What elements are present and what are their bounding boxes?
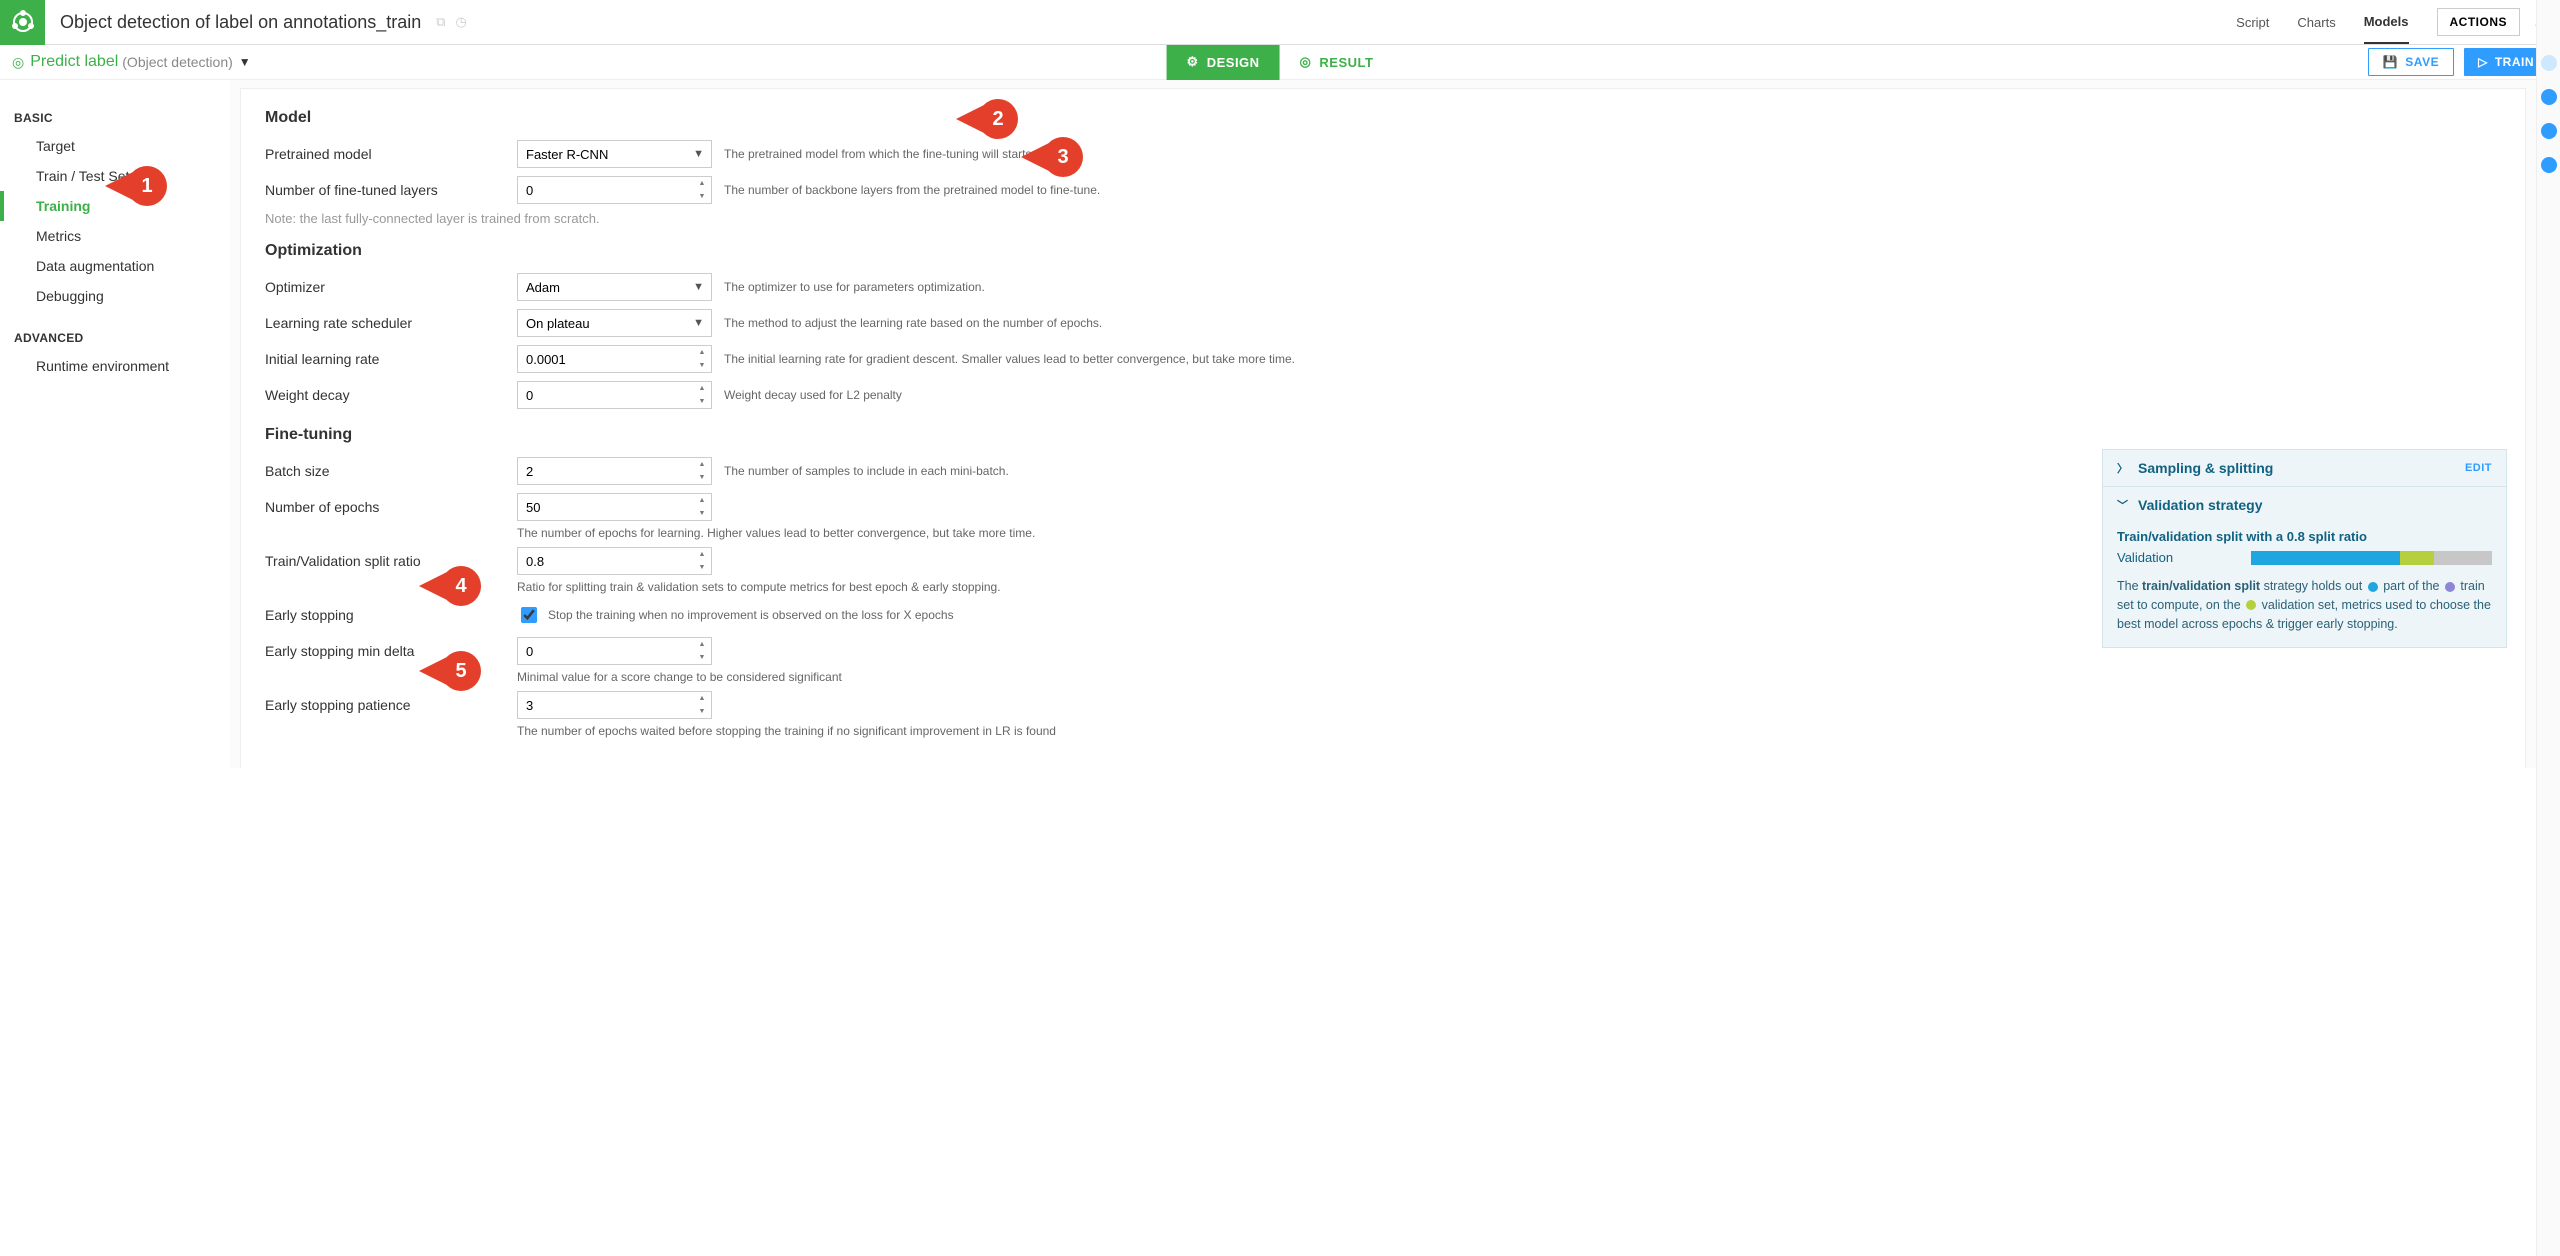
ep-label: Number of epochs <box>265 499 505 515</box>
card-split-bar <box>2251 551 2492 565</box>
sidebar-item-data-aug[interactable]: Data augmentation <box>0 251 230 281</box>
sched-label: Learning rate scheduler <box>265 315 505 331</box>
section-model: Model <box>265 109 2501 127</box>
train-button-label: TRAIN <box>2495 55 2534 69</box>
result-icon: ◎ <box>1300 54 1312 70</box>
pretrained-help: The pretrained model from which the fine… <box>724 147 2501 161</box>
dot-train-icon <box>2368 582 2378 592</box>
sidebar-item-runtime[interactable]: Runtime environment <box>0 351 230 381</box>
bs-label: Batch size <box>265 463 505 479</box>
app-logo[interactable] <box>0 0 45 45</box>
card-edit-link[interactable]: EDIT <box>2465 462 2492 474</box>
section-optimization: Optimization <box>265 242 2501 260</box>
copy-icon[interactable]: ⧉ <box>436 14 445 30</box>
es-min-help: Minimal value for a score change to be c… <box>517 670 2501 684</box>
es-checkbox[interactable] <box>521 607 537 623</box>
section-finetuning: Fine-tuning <box>265 426 2501 444</box>
chevron-down-icon: ﹀ <box>2117 497 2128 513</box>
right-rail <box>2536 0 2560 1256</box>
tab-design-label: DESIGN <box>1207 55 1260 70</box>
sidebar-item-target[interactable]: Target <box>0 131 230 161</box>
tab-result-label: RESULT <box>1319 55 1373 70</box>
tab-script[interactable]: Script <box>2236 0 2269 44</box>
play-icon: ▷ <box>2478 55 2488 69</box>
tab-models[interactable]: Models <box>2364 0 2409 44</box>
es-check-label: Stop the training when no improvement is… <box>548 608 954 622</box>
sched-select[interactable]: On plateau <box>517 309 712 337</box>
splitting-info-card: 〉 Sampling & splitting EDIT ﹀ Validation… <box>2102 449 2507 648</box>
wd-input[interactable] <box>517 381 712 409</box>
tab-charts[interactable]: Charts <box>2297 0 2335 44</box>
es-pat-input[interactable] <box>517 691 712 719</box>
pretrained-select[interactable]: Faster R-CNN <box>517 140 712 168</box>
layers-label: Number of fine-tuned layers <box>265 182 505 198</box>
design-icon: ⚙ <box>1187 54 1199 70</box>
training-panel: 2 3 4 5 Model Pretrained model Faster R-… <box>240 88 2526 768</box>
sidebar-item-metrics[interactable]: Metrics <box>0 221 230 251</box>
pretrained-label: Pretrained model <box>265 146 505 162</box>
wd-label: Weight decay <box>265 387 505 403</box>
chevron-right-icon: 〉 <box>2117 460 2128 476</box>
dot-full-icon <box>2445 582 2455 592</box>
sidebar-group-basic: BASIC <box>0 105 230 131</box>
chevron-down-icon[interactable]: ▼ <box>239 55 251 69</box>
optimizer-help: The optimizer to use for parameters opti… <box>724 280 2501 294</box>
card-validation-title: Validation strategy <box>2138 497 2262 513</box>
es-min-input[interactable] <box>517 637 712 665</box>
lr-help: The initial learning rate for gradient d… <box>724 352 2501 366</box>
wd-help: Weight decay used for L2 penalty <box>724 388 2501 402</box>
task-type: (Object detection) <box>122 54 233 70</box>
sched-help: The method to adjust the learning rate b… <box>724 316 2501 330</box>
es-label: Early stopping <box>265 607 505 623</box>
model-note: Note: the last fully-connected layer is … <box>265 211 2501 226</box>
lr-input[interactable] <box>517 345 712 373</box>
task-name[interactable]: Predict label <box>30 53 118 71</box>
sidebar-item-debugging[interactable]: Debugging <box>0 281 230 311</box>
lr-label: Initial learning rate <box>265 351 505 367</box>
rail-clock-icon[interactable] <box>2541 157 2557 173</box>
rail-add-icon[interactable] <box>2541 55 2557 71</box>
annotation-4: 4 <box>441 566 481 606</box>
es-pat-help: The number of epochs waited before stopp… <box>517 724 2501 738</box>
card-sampling-header[interactable]: 〉 Sampling & splitting EDIT <box>2103 450 2506 487</box>
layers-input[interactable] <box>517 176 712 204</box>
bs-input[interactable] <box>517 457 712 485</box>
annotation-1: 1 <box>127 166 167 206</box>
card-sampling-title: Sampling & splitting <box>2138 460 2273 476</box>
annotation-2: 2 <box>978 99 1018 139</box>
tab-result[interactable]: ◎ RESULT <box>1280 45 1394 80</box>
save-icon: 💾 <box>2383 55 2398 69</box>
es-pat-label: Early stopping patience <box>265 697 505 713</box>
optimizer-label: Optimizer <box>265 279 505 295</box>
rail-history-icon[interactable] <box>2541 123 2557 139</box>
split-input[interactable] <box>517 547 712 575</box>
sidebar-group-advanced: ADVANCED <box>0 325 230 351</box>
layers-help: The number of backbone layers from the p… <box>724 183 2501 197</box>
optimizer-select[interactable]: Adam <box>517 273 712 301</box>
dot-validation-icon <box>2246 600 2256 610</box>
save-button-label: SAVE <box>2405 55 2439 69</box>
annotation-3: 3 <box>1043 137 1083 177</box>
ep-input[interactable] <box>517 493 712 521</box>
actions-button[interactable]: ACTIONS <box>2437 8 2521 36</box>
card-bar-label: Validation <box>2117 550 2237 565</box>
globe-icon[interactable]: ◷ <box>456 14 467 30</box>
save-button[interactable]: 💾 SAVE <box>2368 48 2454 76</box>
rail-info-icon[interactable] <box>2541 89 2557 105</box>
card-subtitle: Train/validation split with a 0.8 split … <box>2103 523 2506 546</box>
card-description: The train/validation split strategy hold… <box>2103 569 2506 647</box>
annotation-5: 5 <box>441 651 481 691</box>
task-icon: ◎ <box>12 54 24 71</box>
card-validation-header[interactable]: ﹀ Validation strategy <box>2103 487 2506 523</box>
page-title: Object detection of label on annotations… <box>60 12 421 33</box>
tab-design[interactable]: ⚙ DESIGN <box>1167 45 1280 80</box>
settings-sidebar: BASIC Target Train / Test Set Training M… <box>0 80 230 768</box>
